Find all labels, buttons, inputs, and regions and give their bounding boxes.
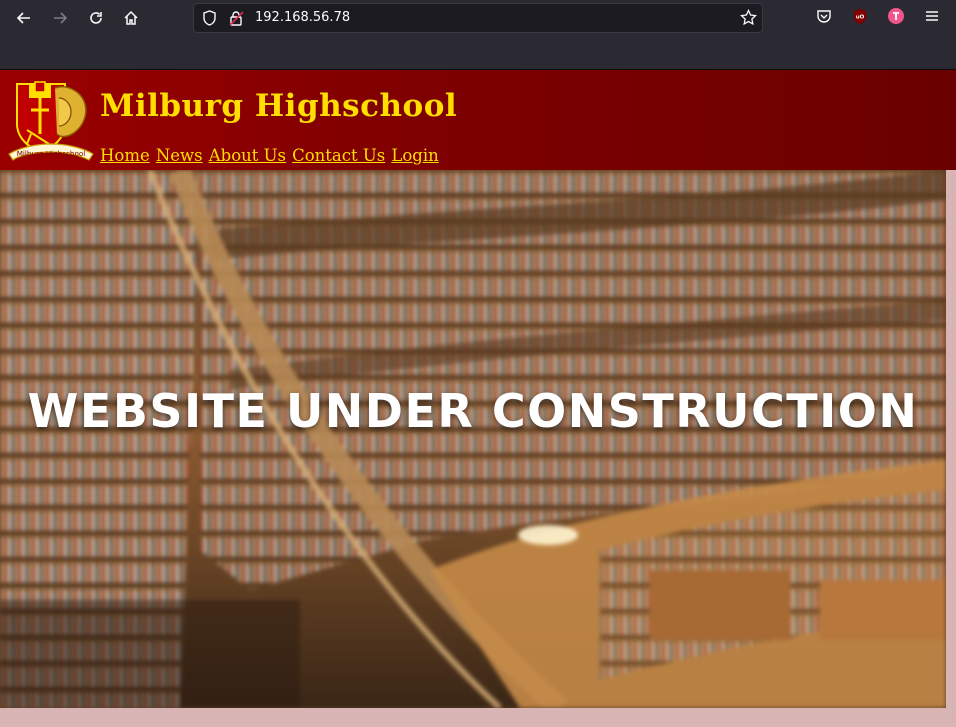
forward-arrow-icon[interactable] (46, 6, 74, 30)
school-crest-logo: Milburg Highschool (8, 81, 94, 161)
ublock-icon[interactable]: uO (852, 8, 868, 29)
logo-banner-text: Milburg Highschool (17, 149, 86, 158)
main-nav: Home News About Us Contact Us Login (100, 146, 440, 165)
shield-icon[interactable] (202, 10, 217, 30)
nav-link-login[interactable]: Login (391, 146, 438, 165)
bookmark-star-icon[interactable] (740, 8, 757, 30)
nav-link-home[interactable]: Home (100, 146, 150, 165)
pocket-icon[interactable] (816, 8, 832, 28)
library-background-image (0, 170, 946, 708)
site-header: Milburg Highschool Milburg Highschool Ho… (0, 70, 956, 170)
hero-banner: WEBSITE UNDER CONSTRUCTION (0, 170, 946, 708)
home-icon[interactable] (117, 6, 145, 30)
under-construction-heading: WEBSITE UNDER CONSTRUCTION (27, 384, 919, 438)
reload-icon[interactable] (82, 6, 110, 30)
extension-icon[interactable] (888, 8, 904, 28)
menu-hamburger-icon[interactable] (925, 8, 939, 27)
address-bar[interactable]: 192.168.56.78 (193, 3, 763, 33)
browser-toolbar: 192.168.56.78 uO (0, 0, 956, 70)
nav-link-about-us[interactable]: About Us (209, 146, 286, 165)
url-text[interactable]: 192.168.56.78 (255, 10, 350, 25)
insecure-lock-icon[interactable] (229, 10, 244, 30)
site-title: Milburg Highschool (100, 88, 458, 124)
nav-link-contact-us[interactable]: Contact Us (292, 146, 385, 165)
nav-link-news[interactable]: News (156, 146, 203, 165)
svg-text:uO: uO (856, 15, 865, 21)
back-arrow-icon[interactable] (10, 6, 38, 30)
